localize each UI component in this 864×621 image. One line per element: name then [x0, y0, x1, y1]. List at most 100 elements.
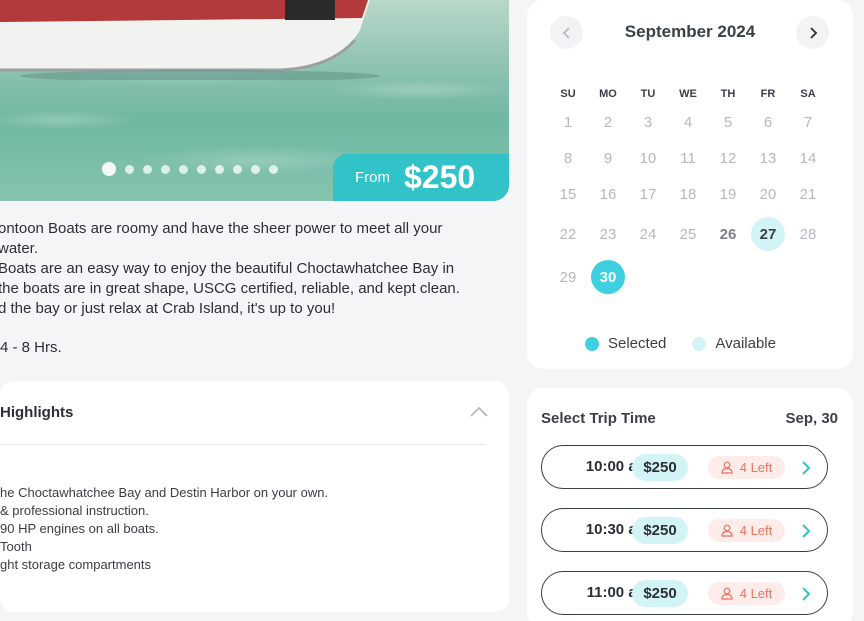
calendar-day: 6 — [748, 104, 788, 140]
carousel-dot[interactable] — [161, 164, 170, 174]
carousel-dot[interactable] — [251, 164, 260, 174]
carousel-dot[interactable] — [143, 164, 152, 174]
person-icon — [721, 524, 733, 537]
calendar-day: 16 — [588, 176, 628, 212]
carousel-dot[interactable] — [269, 164, 278, 174]
carousel-dot[interactable] — [102, 162, 116, 176]
legend-available: Available — [692, 335, 776, 352]
calendar-day: 29 — [548, 256, 588, 298]
calendar-day: 25 — [668, 212, 708, 256]
calendar-day: 18 — [668, 176, 708, 212]
calendar-day: 5 — [708, 104, 748, 140]
day-number: 15 — [559, 185, 577, 203]
day-number: 7 — [803, 113, 813, 131]
time-slot[interactable]: 11:00 am $250 4 Left — [541, 571, 828, 615]
day-number: 2 — [603, 113, 613, 131]
weekday-label: TH — [720, 88, 736, 100]
calendar-day: 3 — [628, 104, 668, 140]
highlight-item: he Choctawhatchee Bay and Destin Harbor … — [0, 485, 329, 500]
calendar-day: 1 — [548, 104, 588, 140]
chevron-up-icon[interactable] — [469, 403, 489, 419]
highlight-item: Tooth — [0, 539, 32, 554]
time-slot[interactable]: 10:30 am $250 4 Left — [541, 508, 828, 552]
pontoon-boat-image — [0, 0, 380, 80]
day-number: 16 — [599, 185, 617, 203]
trip-time-panel: Select Trip Time Sep, 30 10:00 am $250 4 L… — [527, 388, 853, 621]
calendar-day: 8 — [548, 140, 588, 176]
calendar-day: 26 — [708, 212, 748, 256]
carousel-dot[interactable] — [233, 164, 242, 174]
calendar-day: 14 — [788, 140, 828, 176]
slot-price: $250 — [632, 454, 688, 481]
chevron-right-icon — [802, 524, 811, 538]
calendar-legend: Selected Available — [585, 335, 776, 352]
day-number: 17 — [639, 185, 657, 203]
next-month-button[interactable] — [796, 16, 829, 49]
available-swatch — [692, 336, 707, 351]
carousel-dot[interactable] — [197, 164, 206, 174]
boat-photo-carousel[interactable]: From $250 — [0, 0, 509, 201]
calendar-grid: SU MO TU WE TH FR SA 1 2 3 4 5 6 7 8 9 10 11 12 13 14 15 16 17… — [548, 84, 848, 298]
chevron-right-icon — [802, 587, 811, 601]
day-number: 14 — [799, 149, 817, 167]
day-number: 22 — [559, 225, 577, 243]
day-number: 5 — [723, 113, 733, 131]
calendar-day: 15 — [548, 176, 588, 212]
calendar-day: 4 — [668, 104, 708, 140]
chevron-right-icon — [802, 461, 811, 475]
slot-price: $250 — [632, 517, 688, 544]
selected-swatch — [585, 336, 599, 351]
calendar-day: 19 — [708, 176, 748, 212]
seats-left-text: 4 Left — [739, 460, 773, 475]
calendar-day[interactable]: 30 — [588, 256, 628, 298]
weekday-header: SU MO TU WE TH FR SA — [548, 84, 848, 104]
calendar-day: 28 — [788, 212, 828, 256]
legend-label: Selected — [608, 335, 667, 352]
day-number: 29 — [559, 268, 577, 286]
day-number: 25 — [679, 225, 697, 243]
carousel-dot[interactable] — [179, 164, 188, 174]
time-slot[interactable]: 10:00 am $250 4 Left — [541, 445, 828, 489]
day-number: 30 — [591, 260, 625, 294]
calendar-day: 2 — [588, 104, 628, 140]
legend-label: Available — [715, 335, 776, 352]
boat-description: ontoon Boats are roomy and have the shee… — [0, 219, 508, 319]
weekday-label: MO — [599, 88, 617, 100]
calendar-day: 7 — [788, 104, 828, 140]
price-amount: $250 — [404, 159, 476, 195]
carousel-dots — [102, 162, 278, 176]
calendar-day: 21 — [788, 176, 828, 212]
day-number: 10 — [639, 149, 657, 167]
calendar-day: 20 — [748, 176, 788, 212]
calendar-day: 22 — [548, 212, 588, 256]
calendar-days: 1 2 3 4 5 6 7 8 9 10 11 12 13 14 15 16 17 18 19 20 21 22 23 24 2… — [548, 104, 848, 298]
calendar-day[interactable]: 27 — [748, 212, 788, 256]
highlights-title: Highlights — [0, 404, 74, 421]
person-icon — [721, 461, 733, 474]
price-tag: From $250 — [333, 154, 509, 201]
day-number: 9 — [603, 149, 613, 167]
day-number: 1 — [563, 113, 573, 131]
day-number: 28 — [799, 225, 817, 243]
duration-text: 4 - 8 Hrs. — [0, 339, 62, 356]
highlight-item: & professional instruction. — [0, 503, 149, 518]
description-line: water. — [0, 240, 39, 257]
day-number: 21 — [799, 185, 817, 203]
carousel-dot[interactable] — [125, 164, 134, 174]
weekday-label: SU — [560, 88, 576, 100]
person-icon — [721, 587, 733, 600]
seats-left-text: 4 Left — [739, 523, 773, 538]
divider — [0, 444, 484, 445]
selected-date-label: Sep, 30 — [785, 410, 838, 427]
day-number: 27 — [751, 217, 785, 251]
highlights-panel: Highlights he Choctawhatchee Bay and Des… — [0, 381, 509, 612]
highlight-item: 90 HP engines on all boats. — [0, 521, 159, 536]
day-number: 26 — [719, 225, 737, 243]
calendar-day: 11 — [668, 140, 708, 176]
day-number: 24 — [639, 225, 657, 243]
date-picker: September 2024 SU MO TU WE TH FR SA 1234567891… — [527, 0, 853, 369]
day-number: 18 — [679, 185, 697, 203]
calendar-day: 10 — [628, 140, 668, 176]
carousel-dot[interactable] — [215, 164, 224, 174]
calendar-day: 23 — [588, 212, 628, 256]
